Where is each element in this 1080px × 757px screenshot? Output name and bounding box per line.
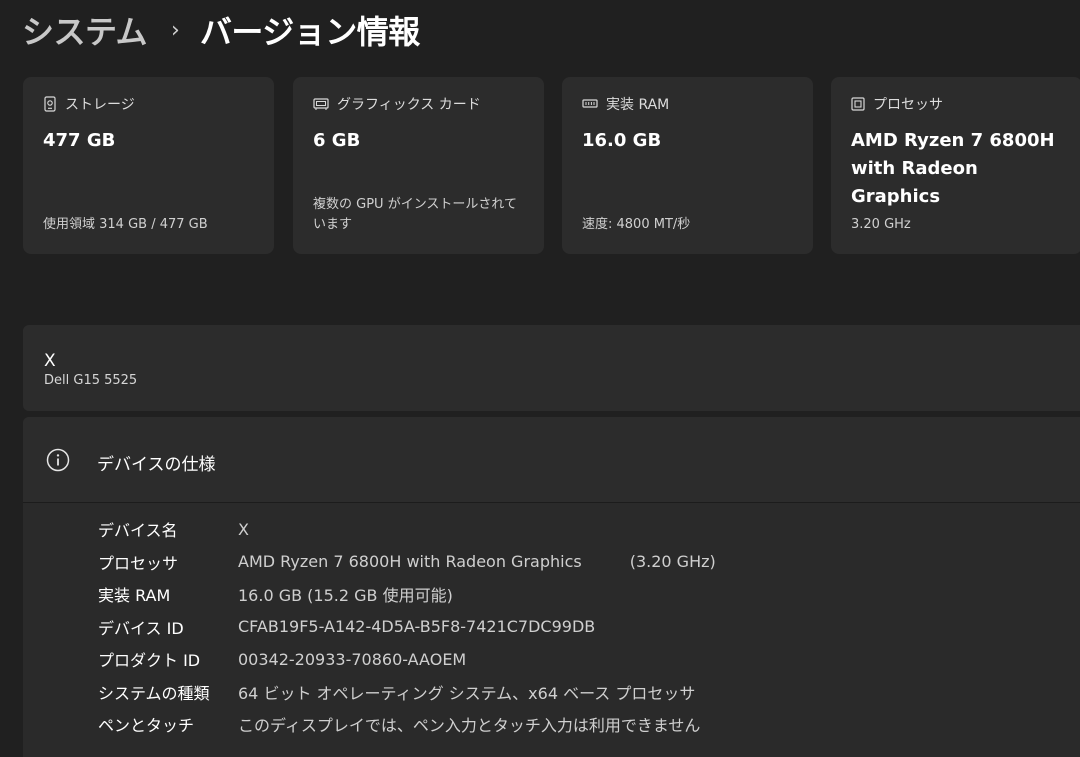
- storage-card-usage: 使用領域 314 GB / 477 GB: [43, 217, 208, 232]
- processor-icon: [851, 97, 865, 111]
- device-model: Dell G15 5525: [44, 373, 138, 388]
- spec-value: CFAB19F5-A142-4D5A-B5F8-7421C7DC99DB: [238, 617, 596, 637]
- graphics-card-header: グラフィックス カード: [313, 94, 481, 114]
- ram-card[interactable]: 実装 RAM 16.0 GB 速度: 4800 MT/秒: [562, 77, 813, 254]
- info-icon: [46, 448, 70, 476]
- spec-value-clock: (3.20 GHz): [629, 552, 716, 572]
- page-title: バージョン情報: [199, 13, 420, 51]
- ram-card-label: 実装 RAM: [606, 97, 670, 113]
- ram-card-header: 実装 RAM: [582, 94, 669, 114]
- spec-row-device-id: デバイス ID CFAB19F5-A142-4D5A-B5F8-7421C7DC…: [98, 611, 716, 644]
- spec-value: 64 ビット オペレーティング システム、x64 ベース プロセッサ: [238, 683, 696, 703]
- device-name-panel[interactable]: X Dell G15 5525: [23, 325, 1080, 411]
- spec-value: 00342-20933-70860-AAOEM: [238, 649, 467, 669]
- storage-card-header: ストレージ: [43, 94, 135, 114]
- graphics-card-note: 複数の GPU がインストールされています: [313, 197, 518, 232]
- spec-label: ペンとタッチ: [98, 716, 195, 736]
- spec-row-ram: 実装 RAM 16.0 GB (15.2 GB 使用可能): [98, 578, 716, 611]
- spec-row-system-type: システムの種類 64 ビット オペレーティング システム、x64 ベース プロセ…: [98, 676, 716, 709]
- spec-value: 16.0 GB (15.2 GB 使用可能): [238, 586, 453, 606]
- storage-card[interactable]: ストレージ 477 GB 使用領域 314 GB / 477 GB: [23, 77, 274, 254]
- spec-label: 実装 RAM: [98, 586, 171, 606]
- storage-card-label: ストレージ: [65, 97, 135, 113]
- storage-icon: [43, 96, 57, 112]
- device-specs-header[interactable]: デバイスの仕様: [23, 417, 1080, 503]
- device-specs-panel: デバイスの仕様 デバイス名 X プロセッサ AMD Ryzen 7 6800H …: [23, 417, 1080, 757]
- graphics-card-card[interactable]: グラフィックス カード 6 GB 複数の GPU がインストールされています: [293, 77, 544, 254]
- graphics-card-icon: [313, 97, 329, 111]
- processor-card-value: AMD Ryzen 7 6800H with Radeon Graphics: [851, 130, 1055, 207]
- processor-card[interactable]: プロセッサ AMD Ryzen 7 6800H with Radeon Grap…: [831, 77, 1080, 254]
- spec-rows: デバイス名 X プロセッサ AMD Ryzen 7 6800H with Rad…: [98, 513, 716, 741]
- processor-card-clock: 3.20 GHz: [851, 217, 911, 232]
- spec-row-product-id: プロダクト ID 00342-20933-70860-AAOEM: [98, 643, 716, 676]
- ram-card-value: 16.0 GB: [582, 130, 662, 151]
- spec-row-pen-touch: ペンとタッチ このディスプレイでは、ペン入力とタッチ入力は利用できません: [98, 708, 716, 741]
- spec-label: デバイス名: [98, 521, 178, 541]
- processor-card-label: プロセッサ: [873, 97, 943, 113]
- spec-label: プロダクト ID: [98, 651, 201, 671]
- memory-icon: [582, 98, 598, 110]
- ram-card-speed: 速度: 4800 MT/秒: [582, 217, 691, 232]
- spec-value: AMD Ryzen 7 6800H with Radeon Graphics: [238, 552, 582, 572]
- spec-value: このディスプレイでは、ペン入力とタッチ入力は利用できません: [238, 716, 701, 736]
- spec-value: X: [238, 519, 249, 539]
- breadcrumb: システム › バージョン情報: [22, 6, 420, 54]
- storage-card-value: 477 GB: [43, 130, 116, 151]
- graphics-card-label: グラフィックス カード: [337, 97, 481, 113]
- breadcrumb-system-link[interactable]: システム: [22, 7, 148, 53]
- spec-label: デバイス ID: [98, 618, 184, 638]
- device-name: X: [44, 351, 56, 371]
- spec-label: プロセッサ: [98, 553, 179, 573]
- spec-row-processor: プロセッサ AMD Ryzen 7 6800H with Radeon Grap…: [98, 546, 716, 579]
- spec-label: システムの種類: [98, 683, 210, 703]
- breadcrumb-separator: ›: [171, 17, 180, 43]
- graphics-card-value: 6 GB: [313, 130, 361, 151]
- device-specs-title: デバイスの仕様: [97, 455, 216, 475]
- spec-row-device-name: デバイス名 X: [98, 513, 716, 546]
- processor-card-header: プロセッサ: [851, 94, 943, 114]
